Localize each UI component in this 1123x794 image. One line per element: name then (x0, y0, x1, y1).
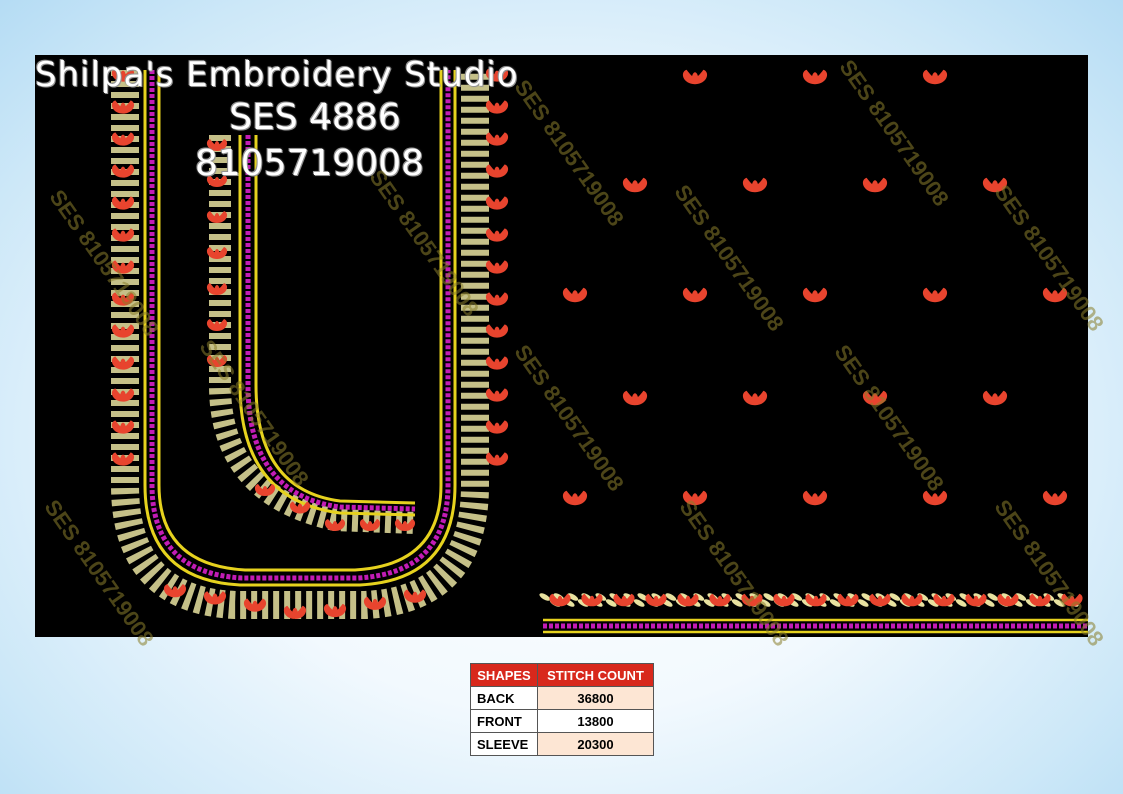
flower-motif (802, 69, 828, 85)
flower-motif (485, 260, 509, 274)
flower-motif (485, 452, 509, 466)
stitch-count-table: SHAPES STITCH COUNT BACK 36800 FRONT 138… (470, 663, 654, 756)
flower-motif (982, 390, 1008, 406)
flower-motif (682, 287, 708, 303)
flower-motif (1042, 490, 1068, 506)
count-cell: 36800 (537, 686, 654, 710)
flower-motif (485, 420, 509, 434)
flower-motif (485, 324, 509, 338)
flower-motif (485, 196, 509, 210)
table-row: SLEEVE 20300 (470, 732, 654, 756)
flower-motif (922, 69, 948, 85)
flower-motif (206, 319, 228, 331)
design-code: SES 4886 (229, 97, 401, 138)
flower-motif (802, 287, 828, 303)
flower-motif (802, 490, 828, 506)
flower-motif (622, 390, 648, 406)
table-header-row: SHAPES STITCH COUNT (470, 663, 654, 687)
table-row: BACK 36800 (470, 686, 654, 710)
flower-motif (111, 452, 135, 466)
shape-cell: FRONT (470, 709, 538, 733)
table-row: FRONT 13800 (470, 709, 654, 733)
flower-motif (862, 177, 888, 193)
flower-motif (485, 388, 509, 402)
count-cell: 20300 (537, 732, 654, 756)
flower-motif (562, 490, 588, 506)
shape-cell: BACK (470, 686, 538, 710)
shape-cell: SLEEVE (470, 732, 538, 756)
flower-motif (682, 69, 708, 85)
shapes-header: SHAPES (470, 663, 538, 687)
stitch-count-header: STITCH COUNT (537, 663, 654, 687)
flower-motif (562, 287, 588, 303)
flower-motif (485, 164, 509, 178)
embroidery-design-canvas: Shilpa's Embroidery Studio SES 4886 8105… (35, 55, 1109, 651)
flower-motif (485, 292, 509, 306)
flower-motif (111, 132, 135, 146)
flower-motif (111, 164, 135, 178)
flower-motif (622, 177, 648, 193)
flower-motif (742, 390, 768, 406)
flower-motif (922, 287, 948, 303)
flower-motif (485, 228, 509, 242)
flower-motif (742, 177, 768, 193)
flower-motif (485, 132, 509, 146)
flower-motif (485, 100, 509, 114)
flower-motif (111, 100, 135, 114)
flower-motif (485, 356, 509, 370)
count-cell: 13800 (537, 709, 654, 733)
